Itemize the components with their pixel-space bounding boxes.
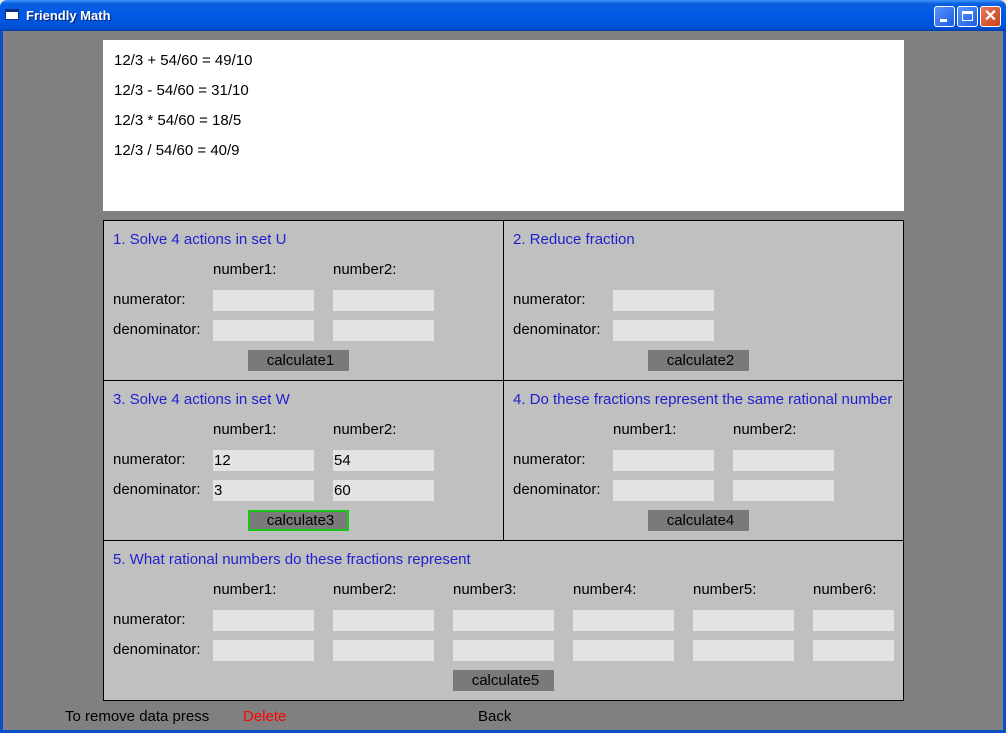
number2-numerator-input[interactable] bbox=[333, 290, 434, 311]
denominator-label: denominator: bbox=[513, 481, 601, 498]
number3-denominator-input[interactable] bbox=[453, 640, 554, 661]
number1-label: number1: bbox=[213, 421, 277, 438]
number4-denominator-input[interactable] bbox=[573, 640, 674, 661]
title-bar[interactable]: Friendly Math ✕ bbox=[0, 0, 1006, 31]
minimize-button[interactable] bbox=[934, 6, 955, 27]
denominator-label: denominator: bbox=[513, 321, 601, 338]
client-area: 12/3 + 54/60 = 49/10 12/3 - 54/60 = 31/1… bbox=[3, 31, 1003, 730]
result-line: 12/3 - 54/60 = 31/10 bbox=[114, 82, 249, 99]
number1-denominator-input[interactable] bbox=[613, 480, 714, 501]
number5-numerator-input[interactable] bbox=[693, 610, 794, 631]
number2-denominator-input[interactable] bbox=[333, 480, 434, 501]
number2-denominator-input[interactable] bbox=[333, 640, 434, 661]
denominator-label: denominator: bbox=[113, 481, 201, 498]
numerator-label: numerator: bbox=[113, 291, 186, 308]
number1-numerator-input[interactable] bbox=[213, 290, 314, 311]
number1-label: number1: bbox=[613, 421, 677, 438]
calculate1-button[interactable]: calculate1 bbox=[248, 350, 349, 371]
panel-same-rational-number: 4. Do these fractions represent the same… bbox=[503, 380, 904, 541]
number1-denominator-input[interactable] bbox=[213, 640, 314, 661]
remove-data-hint: To remove data press bbox=[65, 708, 210, 725]
number2-label: number2: bbox=[333, 261, 397, 278]
number2-denominator-input[interactable] bbox=[333, 320, 434, 341]
close-icon: ✕ bbox=[983, 8, 998, 25]
calculate5-button[interactable]: calculate5 bbox=[453, 670, 554, 691]
numerator-label: numerator: bbox=[113, 611, 186, 628]
number4-numerator-input[interactable] bbox=[573, 610, 674, 631]
number5-denominator-input[interactable] bbox=[693, 640, 794, 661]
panel-title: 1. Solve 4 actions in set U bbox=[113, 231, 287, 248]
number2-label: number2: bbox=[333, 581, 397, 598]
number2-label: number2: bbox=[733, 421, 797, 438]
number6-label: number6: bbox=[813, 581, 877, 598]
number2-numerator-input[interactable] bbox=[733, 450, 834, 471]
numerator-label: numerator: bbox=[513, 291, 586, 308]
panel-solve-set-w: 3. Solve 4 actions in set W number1: num… bbox=[103, 380, 504, 541]
number1-numerator-input[interactable] bbox=[213, 450, 314, 471]
panel-reduce-fraction: 2. Reduce fraction numerator: denominato… bbox=[503, 220, 904, 381]
number2-numerator-input[interactable] bbox=[333, 610, 434, 631]
denominator-label: denominator: bbox=[113, 641, 201, 658]
back-link[interactable]: Back bbox=[478, 708, 511, 725]
numerator-label: numerator: bbox=[513, 451, 586, 468]
panel-title: 5. What rational numbers do these fracti… bbox=[113, 551, 471, 568]
number1-denominator-input[interactable] bbox=[213, 480, 314, 501]
maximize-icon bbox=[962, 11, 973, 21]
app-window-icon bbox=[5, 9, 19, 20]
result-output: 12/3 + 54/60 = 49/10 12/3 - 54/60 = 31/1… bbox=[103, 40, 904, 211]
number2-denominator-input[interactable] bbox=[733, 480, 834, 501]
numerator-label: numerator: bbox=[113, 451, 186, 468]
maximize-button[interactable] bbox=[957, 6, 978, 27]
number1-denominator-input[interactable] bbox=[213, 320, 314, 341]
panel-title: 4. Do these fractions represent the same… bbox=[513, 391, 893, 408]
result-line: 12/3 + 54/60 = 49/10 bbox=[114, 52, 253, 69]
number1-label: number1: bbox=[213, 261, 277, 278]
result-line: 12/3 * 54/60 = 18/5 bbox=[114, 112, 242, 129]
number4-label: number4: bbox=[573, 581, 637, 598]
number3-numerator-input[interactable] bbox=[453, 610, 554, 631]
denominator-input[interactable] bbox=[613, 320, 714, 341]
number1-label: number1: bbox=[213, 581, 277, 598]
calculate2-button[interactable]: calculate2 bbox=[648, 350, 749, 371]
panel-solve-set-u: 1. Solve 4 actions in set U number1: num… bbox=[103, 220, 504, 381]
calculate4-button[interactable]: calculate4 bbox=[648, 510, 749, 531]
minimize-icon bbox=[940, 19, 947, 22]
denominator-label: denominator: bbox=[113, 321, 201, 338]
number5-label: number5: bbox=[693, 581, 757, 598]
calculate3-button[interactable]: calculate3 bbox=[248, 510, 349, 531]
numerator-input[interactable] bbox=[613, 290, 714, 311]
window-title: Friendly Math bbox=[26, 8, 111, 23]
number6-denominator-input[interactable] bbox=[813, 640, 894, 661]
number2-numerator-input[interactable] bbox=[333, 450, 434, 471]
number1-numerator-input[interactable] bbox=[213, 610, 314, 631]
close-button[interactable]: ✕ bbox=[980, 6, 1001, 27]
delete-link[interactable]: Delete bbox=[243, 708, 286, 725]
panel-title: 3. Solve 4 actions in set W bbox=[113, 391, 290, 408]
number3-label: number3: bbox=[453, 581, 517, 598]
panel-rational-numbers: 5. What rational numbers do these fracti… bbox=[103, 540, 904, 701]
number2-label: number2: bbox=[333, 421, 397, 438]
number1-numerator-input[interactable] bbox=[613, 450, 714, 471]
panel-title: 2. Reduce fraction bbox=[513, 231, 635, 248]
number6-numerator-input[interactable] bbox=[813, 610, 894, 631]
result-line: 12/3 / 54/60 = 40/9 bbox=[114, 142, 240, 159]
